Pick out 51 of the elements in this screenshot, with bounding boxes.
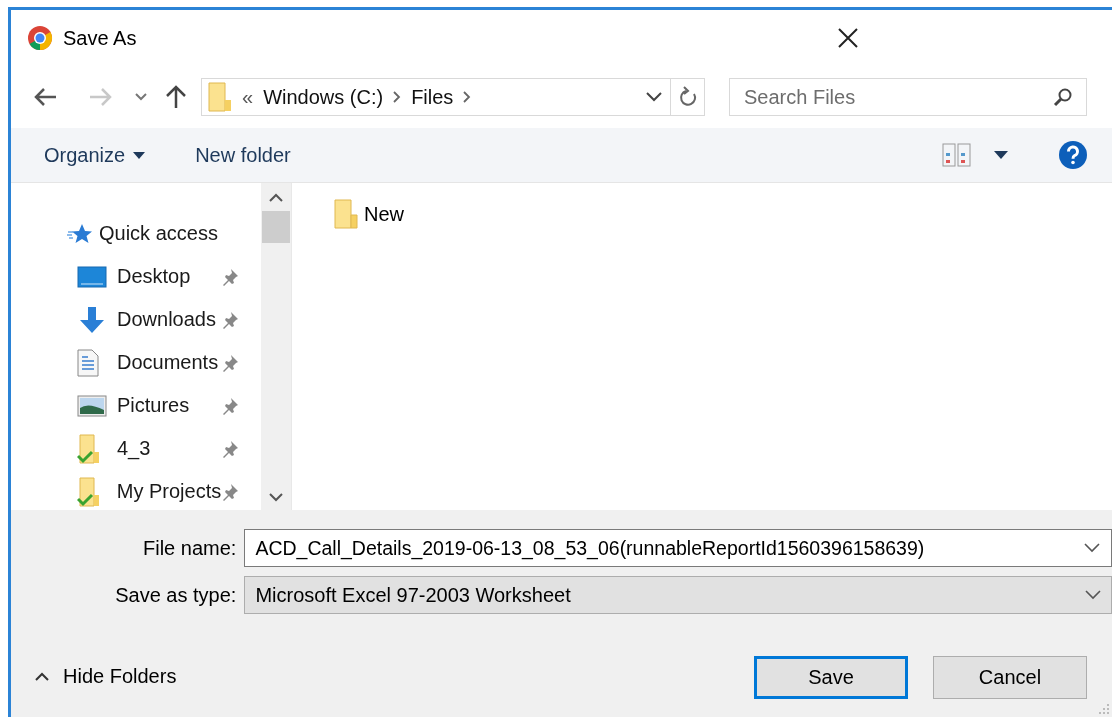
- search-field[interactable]: Search Files: [729, 78, 1087, 116]
- chevron-down-icon: [1085, 590, 1101, 600]
- document-icon: [77, 348, 99, 377]
- caret-icon[interactable]: [994, 151, 1008, 159]
- sidebar-item[interactable]: 4_3: [117, 437, 221, 460]
- down-arrow-icon: [77, 305, 107, 334]
- star-icon: [67, 222, 93, 245]
- sidebar-item[interactable]: Downloads: [117, 308, 221, 331]
- save-type-dropdown[interactable]: Microsoft Excel 97-2003 Worksheet: [244, 576, 1112, 614]
- back-arrow-icon[interactable]: [33, 87, 57, 107]
- up-arrow-icon[interactable]: [165, 85, 187, 109]
- sidebar-item[interactable]: My Projects: [116, 480, 222, 503]
- chevron-down-icon[interactable]: [269, 492, 283, 502]
- chevron-down-icon[interactable]: [135, 93, 147, 101]
- chevron-up-icon[interactable]: [269, 193, 283, 203]
- resize-grip-icon[interactable]: [1098, 703, 1110, 715]
- window-title: Save As: [63, 26, 138, 50]
- sidebar-item[interactable]: Pictures: [117, 394, 221, 417]
- refresh-icon[interactable]: [677, 86, 698, 108]
- organize-menu[interactable]: Organize: [44, 143, 146, 167]
- folder-icon: [208, 82, 232, 112]
- folder-icon: [334, 199, 358, 229]
- app-logo-icon: [27, 25, 53, 51]
- sidebar-item[interactable]: Desktop: [117, 265, 221, 288]
- help-icon[interactable]: [1058, 140, 1088, 170]
- breadcrumb-chevron-icon[interactable]: [393, 91, 402, 103]
- breadcrumb-item[interactable]: Files: [411, 85, 454, 109]
- caret-icon: [133, 151, 146, 159]
- landscape-picture-icon: [77, 394, 107, 417]
- breadcrumb-item[interactable]: Windows (C:): [263, 85, 384, 109]
- chevron-down-icon[interactable]: [1084, 543, 1100, 553]
- view-options-icon[interactable]: [942, 143, 972, 167]
- search-icon: [1053, 87, 1073, 107]
- monitor-icon: [77, 265, 107, 288]
- sidebar-item[interactable]: Documents: [117, 351, 221, 374]
- scrollbar[interactable]: [261, 183, 291, 510]
- save-button[interactable]: Save: [754, 656, 908, 699]
- file-name-label: File name:: [142, 536, 238, 560]
- close-icon[interactable]: [837, 28, 858, 48]
- file-name-field[interactable]: ACD_Call_Details_2019-06-13_08_53_06(runnableReportId1560396158639): [244, 529, 1112, 567]
- sidebar-item[interactable]: Quick access: [99, 222, 221, 245]
- new-folder-button[interactable]: New folder: [195, 143, 291, 167]
- overflow-chevron[interactable]: «: [242, 85, 254, 109]
- breadcrumb-chevron-icon[interactable]: [463, 91, 472, 103]
- scrollbar-thumb[interactable]: [262, 211, 290, 243]
- chevron-down-icon[interactable]: [646, 92, 662, 102]
- chevron-up-icon: [35, 672, 49, 681]
- address-bar[interactable]: « Windows (C:) Files: [201, 78, 671, 116]
- cancel-button[interactable]: Cancel: [933, 656, 1087, 699]
- file-item[interactable]: New: [364, 202, 404, 226]
- save-type-label: Save as type:: [114, 583, 238, 607]
